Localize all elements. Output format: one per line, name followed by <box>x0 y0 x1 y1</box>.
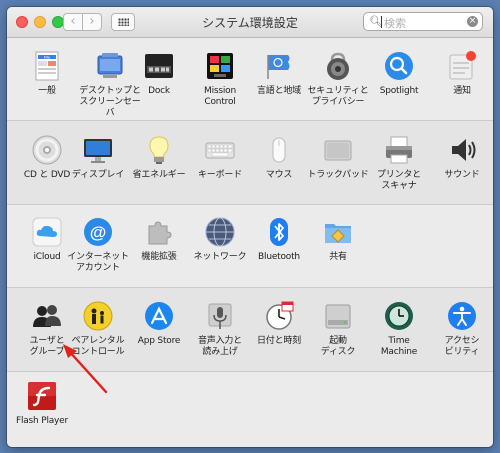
display-icon <box>82 134 114 166</box>
pref-pane-label: 起動 ディスク <box>320 336 356 357</box>
app-store-icon <box>143 300 175 332</box>
pref-pane-label: 省エネルギー <box>132 170 186 180</box>
pref-pane-label: サウンド <box>444 170 480 180</box>
pref-pane-startup-disk[interactable]: 起動 ディスク <box>307 300 369 358</box>
pref-pane-label: アクセシ ビリティ <box>444 336 480 357</box>
pref-pane-label: Mission Control <box>204 86 236 107</box>
notifications-icon <box>446 50 478 82</box>
pref-pane-label: トラックパッド <box>307 170 369 180</box>
pref-pane-notifications[interactable]: 通知 <box>431 50 493 97</box>
svg-text:@: @ <box>90 223 107 242</box>
pref-pane-security[interactable]: セキュリティと プライバシー <box>307 50 369 108</box>
accessibility-icon <box>446 300 478 332</box>
startup-disk-icon <box>322 300 354 332</box>
general-icon: File <box>31 50 63 82</box>
pref-pane-label: プリンタと スキャナ <box>376 170 421 191</box>
bluetooth-icon <box>263 216 295 248</box>
trackpad-icon <box>322 134 354 166</box>
pref-pane-general[interactable]: File 一般 <box>16 50 78 97</box>
pref-pane-sharing[interactable]: 共有 <box>307 216 369 263</box>
security-icon <box>322 50 354 82</box>
pref-pane-spotlight[interactable]: Spotlight <box>368 50 430 97</box>
mouse-icon <box>263 134 295 166</box>
network-icon <box>204 216 236 248</box>
parental-controls-icon <box>82 300 114 332</box>
pref-pane-label: Time Machine <box>380 336 418 357</box>
pref-pane-label: ネットワーク <box>193 252 247 262</box>
pref-pane-sound[interactable]: サウンド <box>431 134 493 181</box>
pref-pane-label: App Store <box>137 336 181 346</box>
pref-pane-mission-control[interactable]: Mission Control <box>189 50 251 108</box>
pref-pane-internet-accounts[interactable]: @ インターネット アカウント <box>67 216 129 274</box>
svg-text:File: File <box>44 55 51 60</box>
dock-icon <box>143 50 175 82</box>
language-region-icon <box>263 50 295 82</box>
pref-pane-label: インターネット アカウント <box>67 252 129 273</box>
pref-pane-keyboard[interactable]: キーボード <box>189 134 251 181</box>
sharing-icon <box>322 216 354 248</box>
pref-pane-dock[interactable]: Dock <box>128 50 190 97</box>
energy-saver-icon <box>143 134 175 166</box>
pref-pane-time-machine[interactable]: Time Machine <box>368 300 430 358</box>
pref-pane-label: セキュリティと プライバシー <box>307 86 369 107</box>
title-bar: ‹ › システム環境設定 🔍︎ 検索 × <box>7 7 493 38</box>
pref-pane-app-store[interactable]: App Store <box>128 300 190 347</box>
pref-pane-printer[interactable]: プリンタと スキャナ <box>368 134 430 192</box>
pref-pane-trackpad[interactable]: トラックパッド <box>307 134 369 181</box>
pref-pane-display[interactable]: ディスプレイ <box>67 134 129 181</box>
clear-search-icon[interactable]: × <box>467 16 478 27</box>
pref-pane-label: マウス <box>265 170 293 180</box>
text-cursor <box>381 16 382 28</box>
pref-pane-label: 言語と地域 <box>256 86 301 96</box>
icloud-icon <box>31 216 63 248</box>
date-time-icon <box>263 300 295 332</box>
pref-pane-language-region[interactable]: 言語と地域 <box>248 50 310 97</box>
extensions-icon <box>143 216 175 248</box>
pref-pane-label: 通知 <box>453 86 471 96</box>
pref-pane-label: Spotlight <box>379 86 419 96</box>
pref-pane-date-time[interactable]: 日付と時刻 <box>248 300 310 347</box>
pref-pane-bluetooth[interactable]: Bluetooth <box>248 216 310 263</box>
pref-pane-extensions[interactable]: 機能拡張 <box>128 216 190 263</box>
pref-pane-label: 音声入力と 読み上げ <box>197 336 242 357</box>
cd-dvd-icon <box>31 134 63 166</box>
pref-pane-label: 共有 <box>329 252 347 262</box>
printer-icon <box>383 134 415 166</box>
pref-pane-label: 日付と時刻 <box>256 336 301 346</box>
pref-pane-label: Dock <box>148 86 170 96</box>
pref-pane-label: ディスプレイ <box>71 170 125 180</box>
dictation-icon <box>204 300 236 332</box>
pref-pane-label: キーボード <box>197 170 242 180</box>
pref-pane-dictation[interactable]: 音声入力と 読み上げ <box>189 300 251 358</box>
internet-accounts-icon: @ <box>82 216 114 248</box>
mission-control-icon <box>204 50 236 82</box>
spotlight-icon <box>383 50 415 82</box>
search-placeholder: 検索 <box>384 17 406 30</box>
search-input[interactable]: 🔍︎ 検索 × <box>363 12 483 31</box>
desktop-icon <box>94 50 126 82</box>
pref-pane-energy-saver[interactable]: 省エネルギー <box>128 134 190 181</box>
pref-pane-network[interactable]: ネットワーク <box>189 216 251 263</box>
pref-pane-label: 一般 <box>38 86 56 96</box>
time-machine-icon <box>383 300 415 332</box>
pref-pane-mouse[interactable]: マウス <box>248 134 310 181</box>
sound-icon <box>446 134 478 166</box>
keyboard-icon <box>204 134 236 166</box>
pref-pane-label: 機能拡張 <box>141 252 177 262</box>
pref-pane-label: Flash Player <box>15 416 69 426</box>
pref-pane-accessibility[interactable]: アクセシ ビリティ <box>431 300 493 358</box>
red-arrow-annotation <box>63 344 108 394</box>
pref-pane-label: Bluetooth <box>258 252 300 262</box>
flash-player-icon <box>26 380 58 412</box>
users-groups-icon <box>31 300 63 332</box>
